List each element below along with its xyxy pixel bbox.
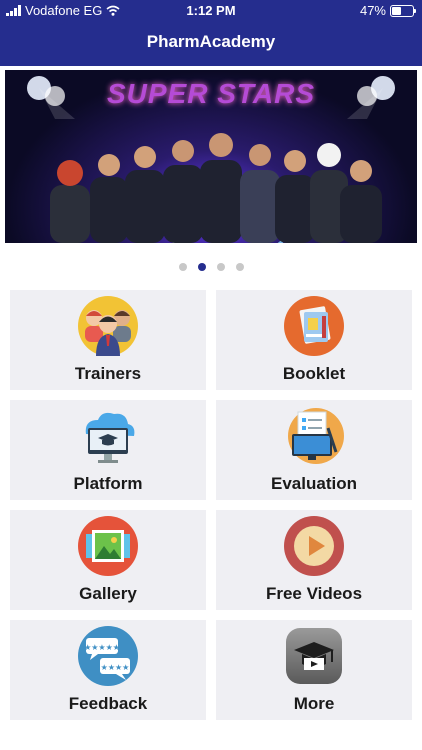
banner-headline: SUPER STARS	[106, 78, 316, 109]
tile-more[interactable]: More	[216, 620, 412, 720]
free-videos-icon	[284, 516, 344, 576]
platform-icon	[85, 412, 135, 463]
battery-group: 47%	[359, 3, 416, 18]
tile-trainers[interactable]: Trainers	[10, 290, 206, 390]
carousel-dots	[0, 263, 422, 271]
battery-percent: 47%	[359, 3, 386, 18]
status-bar: Vodafone EG 1:12 PM 47%	[0, 0, 422, 22]
tile-label: Feedback	[68, 694, 148, 713]
tile-label: Gallery	[79, 584, 137, 603]
page-title: PharmAcademy	[146, 32, 276, 51]
tile-label: Booklet	[282, 364, 346, 383]
menu-grid: Trainers Booklet Platform Evaluation Gal…	[10, 290, 412, 720]
tile-gallery[interactable]: Gallery	[10, 510, 206, 610]
tile-label: Platform	[73, 474, 143, 493]
feedback-icon: ★★★★★ ★★★★	[78, 626, 138, 686]
more-icon	[286, 628, 342, 684]
gallery-icon	[78, 516, 138, 576]
tile-feedback[interactable]: ★★★★★ ★★★★ Feedback	[10, 620, 206, 720]
tile-label: Free Videos	[265, 584, 363, 603]
tile-label: More	[293, 694, 335, 713]
tile-free-videos[interactable]: Free Videos	[216, 510, 412, 610]
svg-text:★★★★★: ★★★★★	[84, 643, 120, 652]
svg-text:★★★★: ★★★★	[101, 663, 130, 672]
carousel-dot-active[interactable]	[197, 263, 206, 271]
tile-label: Trainers	[74, 364, 142, 383]
carousel-dot[interactable]	[235, 263, 244, 271]
promo-banner[interactable]: SUPER STARS	[5, 70, 417, 243]
tile-booklet[interactable]: Booklet	[216, 290, 412, 390]
status-time: 1:12 PM	[186, 3, 236, 18]
tile-platform[interactable]: Platform	[10, 400, 206, 500]
booklet-icon	[284, 296, 344, 356]
trainers-icon	[78, 296, 138, 356]
battery-icon	[390, 4, 416, 17]
tile-label: Evaluation	[271, 474, 357, 493]
tile-evaluation[interactable]: Evaluation	[216, 400, 412, 500]
carousel-dot[interactable]	[216, 263, 225, 271]
evaluation-icon	[288, 408, 344, 464]
carousel-dot[interactable]	[178, 263, 187, 271]
app-header: Vodafone EG 1:12 PM 47% PharmAcademy	[0, 0, 422, 66]
team-photo-illustration	[50, 133, 382, 243]
